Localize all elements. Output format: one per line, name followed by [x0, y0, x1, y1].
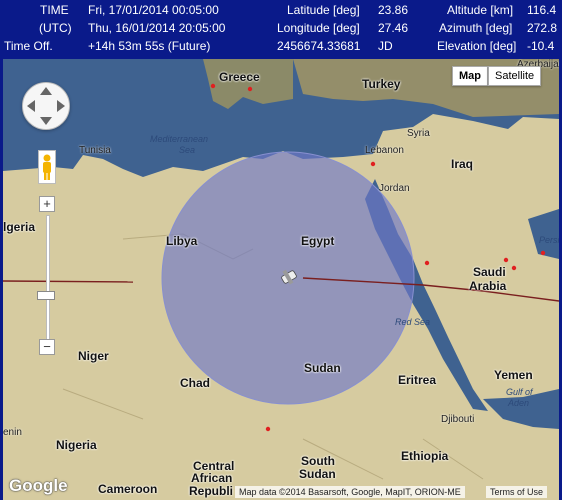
label-gulf-of: Gulf of — [506, 387, 533, 397]
station-marker[interactable] — [265, 426, 271, 432]
zoom-slider-track[interactable] — [46, 215, 50, 345]
pan-right-icon[interactable] — [57, 100, 65, 112]
label-south-sudan: Sudan — [299, 467, 336, 481]
label-republic: Republi — [189, 484, 233, 498]
terms-of-use-link[interactable]: Terms of Use — [486, 486, 548, 498]
zoom-slider-thumb[interactable] — [37, 291, 55, 301]
label-aden: Aden — [508, 398, 530, 408]
label-egypt: Egypt — [301, 234, 335, 248]
station-marker[interactable] — [247, 86, 253, 92]
label-syria: Syria — [407, 128, 430, 139]
label-jordan: Jordan — [379, 183, 410, 194]
label-persian-gulf: Persi — [539, 235, 559, 245]
label-libya: Libya — [166, 234, 198, 248]
pan-down-icon[interactable] — [40, 117, 52, 125]
longitude-label: Longitude [deg] — [277, 21, 360, 35]
station-marker[interactable] — [503, 257, 509, 263]
label-cameroon: Cameroon — [98, 482, 158, 496]
station-marker[interactable] — [424, 260, 430, 266]
telemetry-header: TIME Fri, 17/01/2014 00:05:00 (UTC) Thu,… — [0, 0, 562, 58]
station-marker[interactable] — [210, 83, 216, 89]
label-benin: enin — [3, 427, 22, 438]
azimuth-label: Azimuth [deg] — [439, 21, 513, 35]
label-yemen: Yemen — [494, 368, 533, 382]
label-sea: Sea — [179, 145, 196, 155]
label-mediterranean: Mediterranean — [150, 134, 209, 144]
pan-up-icon[interactable] — [40, 87, 52, 95]
altitude-value: 116.4 — [527, 3, 557, 17]
station-marker[interactable] — [540, 250, 546, 256]
label-arabia: Arabia — [469, 279, 507, 293]
label-sudan: Sudan — [304, 361, 341, 375]
label-ethiopia: Ethiopia — [401, 449, 449, 463]
julian-date-label: JD — [378, 39, 393, 53]
altitude-label: Altitude [km] — [447, 3, 514, 17]
latitude-value: 23.86 — [378, 3, 409, 17]
time-label: TIME — [40, 3, 69, 17]
map-type-satellite-button[interactable]: Satellite — [488, 66, 542, 86]
map-view[interactable]: Greece Turkey Mediterranean Sea Tunisia … — [3, 59, 559, 500]
julian-date-value: 2456674.33681 — [277, 39, 361, 53]
label-south: South — [301, 454, 335, 468]
map-attribution: Map data ©2014 Basarsoft, Google, MapIT,… — [235, 486, 465, 498]
label-niger: Niger — [78, 349, 109, 363]
zoom-out-button[interactable]: − — [39, 339, 55, 355]
latitude-label: Latitude [deg] — [287, 3, 360, 17]
google-logo: Google — [9, 476, 68, 495]
label-djibouti: Djibouti — [441, 414, 475, 425]
elevation-value: -10.4 — [527, 39, 555, 53]
zoom-in-button[interactable]: + — [39, 196, 55, 212]
elevation-label: Elevation [deg] — [437, 39, 517, 53]
label-iraq: Iraq — [451, 157, 474, 171]
street-view-pegman[interactable] — [38, 150, 56, 184]
utc-label: (UTC) — [39, 21, 72, 35]
pegman-icon — [43, 154, 51, 180]
station-marker[interactable] — [370, 161, 376, 167]
ground-track-west — [3, 280, 134, 283]
pan-left-icon[interactable] — [27, 100, 35, 112]
azimuth-value: 272.8 — [527, 21, 558, 35]
label-lebanon: Lebanon — [365, 145, 404, 156]
map-type-map-button[interactable]: Map — [452, 66, 488, 86]
label-algeria: lgeria — [3, 220, 36, 234]
label-greece: Greece — [219, 70, 260, 84]
label-nigeria: Nigeria — [56, 438, 97, 452]
time-offset-label: Time Off. — [4, 39, 53, 53]
label-red-sea: Red Sea — [395, 317, 431, 327]
label-turkey: Turkey — [362, 77, 401, 91]
label-saudi: Saudi — [473, 265, 506, 279]
label-chad: Chad — [180, 376, 210, 390]
station-marker[interactable] — [511, 265, 517, 271]
time-value: Fri, 17/01/2014 00:05:00 — [88, 3, 219, 17]
label-tunisia: Tunisia — [79, 145, 111, 156]
label-african: African — [191, 471, 233, 485]
utc-value: Thu, 16/01/2014 20:05:00 — [88, 21, 226, 35]
pan-control — [22, 82, 70, 130]
time-offset-value: +14h 53m 55s (Future) — [88, 39, 211, 53]
longitude-value: 27.46 — [378, 21, 409, 35]
label-eritrea: Eritrea — [398, 373, 437, 387]
